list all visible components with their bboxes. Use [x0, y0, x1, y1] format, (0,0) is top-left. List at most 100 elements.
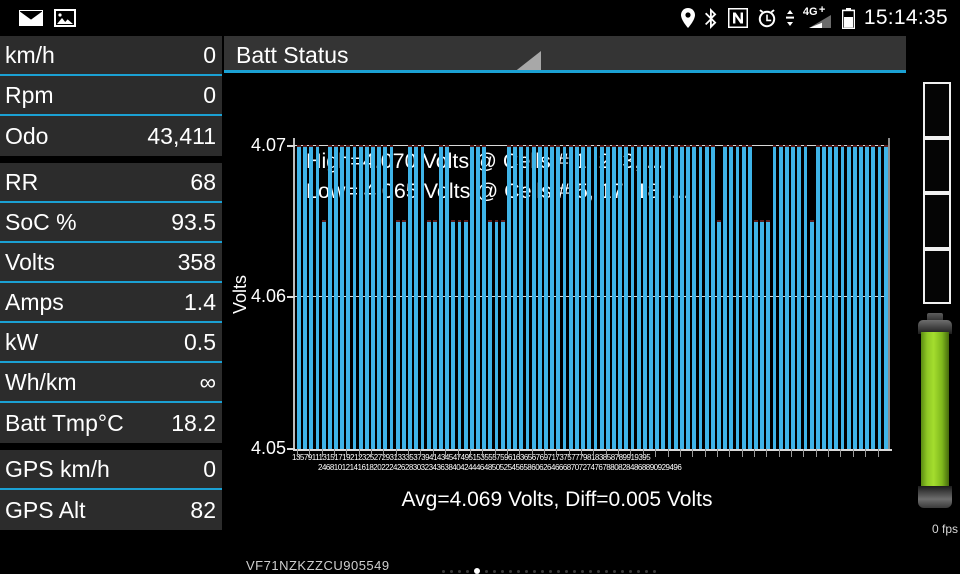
x-axis-tick-mark — [321, 449, 323, 457]
x-axis-tick-mark — [655, 449, 657, 457]
chart-bar-cap — [562, 144, 567, 147]
chart-bar-cap — [852, 144, 857, 147]
chart-bar-cap — [500, 220, 505, 223]
page-dot[interactable] — [493, 569, 496, 573]
page-dot[interactable] — [565, 569, 568, 573]
chart-bar — [463, 221, 468, 449]
chart-bar — [544, 145, 548, 449]
chart-bar — [834, 145, 839, 449]
page-dot[interactable] — [637, 569, 640, 573]
battery-icon — [841, 7, 855, 29]
chart-bar — [624, 145, 629, 449]
chart-bar — [859, 145, 863, 449]
chart-bar — [581, 145, 585, 449]
metric-row[interactable]: Rpm 0 — [0, 76, 222, 116]
chart-bar — [865, 145, 870, 449]
metric-row[interactable]: GPS km/h 0 — [0, 450, 222, 490]
chart-bar — [741, 145, 746, 449]
chart-bar — [562, 145, 567, 449]
chart-bar-cap — [389, 144, 394, 147]
metric-row[interactable]: RR 68 — [0, 163, 222, 203]
chart-bar — [766, 221, 771, 449]
chart-bar — [482, 145, 487, 449]
right-rail: 0 fps — [906, 36, 960, 540]
chart-bar-cap — [655, 144, 660, 147]
page-dot[interactable] — [485, 569, 488, 573]
chart-bar-cap — [624, 144, 629, 147]
page-dot[interactable] — [581, 569, 584, 573]
chart-bar — [303, 145, 307, 449]
chart-bar-cap — [871, 144, 876, 147]
chart-bar — [704, 145, 709, 449]
page-dot[interactable] — [645, 569, 648, 573]
x-axis-tick-mark — [754, 449, 756, 457]
metric-row[interactable]: Amps 1.4 — [0, 283, 222, 323]
page-dot[interactable] — [629, 569, 632, 573]
page-dot[interactable] — [653, 569, 656, 573]
x-axis-tick-mark — [346, 449, 348, 457]
chart-bar — [340, 145, 345, 449]
metric-row[interactable]: Volts 358 — [0, 243, 222, 283]
page-indicator-dots[interactable] — [442, 568, 656, 574]
fps-counter: 0 fps — [931, 522, 958, 536]
chart-bar-cap — [679, 144, 684, 147]
x-axis-tick-mark — [828, 449, 830, 457]
metrics-sidebar: km/h 0 Rpm 0 Odo 43,411 RR 68 SoC % 93.5 Volts 358 A… — [0, 36, 222, 540]
page-dot[interactable] — [442, 569, 445, 573]
page-dot[interactable] — [573, 569, 576, 573]
page-dot[interactable] — [517, 569, 520, 573]
chart-bar — [457, 221, 462, 449]
chart-bar — [513, 145, 518, 449]
page-dot[interactable] — [605, 569, 608, 573]
metric-row[interactable]: km/h 0 — [0, 36, 222, 76]
page-dot[interactable] — [474, 568, 480, 574]
page-dot[interactable] — [597, 569, 600, 573]
page-dot[interactable] — [621, 569, 624, 573]
chart-bar — [414, 145, 419, 449]
image-icon — [54, 9, 76, 27]
page-dot[interactable] — [525, 569, 528, 573]
metric-row[interactable]: SoC % 93.5 — [0, 203, 222, 243]
chart-bar-cap — [778, 144, 783, 147]
chart-bar — [432, 221, 437, 449]
x-axis-tick-mark — [296, 449, 298, 457]
page-dot[interactable] — [458, 569, 461, 573]
chart-bar-cap — [519, 144, 524, 147]
metric-row[interactable]: kW 0.5 — [0, 323, 222, 363]
x-axis-tick-mark — [420, 449, 422, 457]
chart-bar-cap — [482, 144, 487, 147]
chart-bar-cap — [877, 144, 882, 147]
chart-bar-cap — [741, 144, 746, 147]
page-dot[interactable] — [501, 569, 504, 573]
chart-bar — [729, 145, 734, 449]
status-bar: 4G + 15:14:35 — [0, 0, 960, 36]
chart-bar-cap — [426, 220, 431, 223]
chart-bar-cap — [537, 144, 542, 147]
page-dot[interactable] — [533, 569, 536, 573]
chart-bar-cap — [593, 144, 598, 147]
page-dot[interactable] — [509, 569, 512, 573]
page-dot[interactable] — [589, 569, 592, 573]
metric-row[interactable]: Wh/km ∞ — [0, 363, 222, 403]
x-axis-tick-mark — [371, 449, 373, 457]
page-dot[interactable] — [541, 569, 544, 573]
chart-bar-cap — [327, 144, 332, 147]
chart-bar-cap — [556, 144, 561, 147]
metric-row[interactable]: Odo 43,411 — [0, 116, 222, 156]
segment-gauge — [923, 82, 951, 304]
x-axis-tick-mark — [482, 449, 484, 457]
battery-cell-chart[interactable]: High=4.070 Volts @ Cells # 1, 2, 3, ... … — [224, 76, 960, 574]
page-dot[interactable] — [450, 569, 453, 573]
page-dot[interactable] — [549, 569, 552, 573]
metric-row[interactable]: GPS Alt 82 — [0, 490, 222, 530]
metric-row[interactable]: Batt Tmp°C 18.2 — [0, 403, 222, 443]
page-dot[interactable] — [613, 569, 616, 573]
chart-bar-cap — [377, 144, 382, 147]
chart-bar — [364, 145, 369, 449]
page-dot[interactable] — [557, 569, 560, 573]
chart-bar-cap — [772, 144, 777, 147]
chart-bar — [840, 145, 845, 449]
chart-bar — [377, 145, 382, 449]
page-dot[interactable] — [466, 569, 469, 573]
chart-bar-cap — [698, 144, 703, 147]
